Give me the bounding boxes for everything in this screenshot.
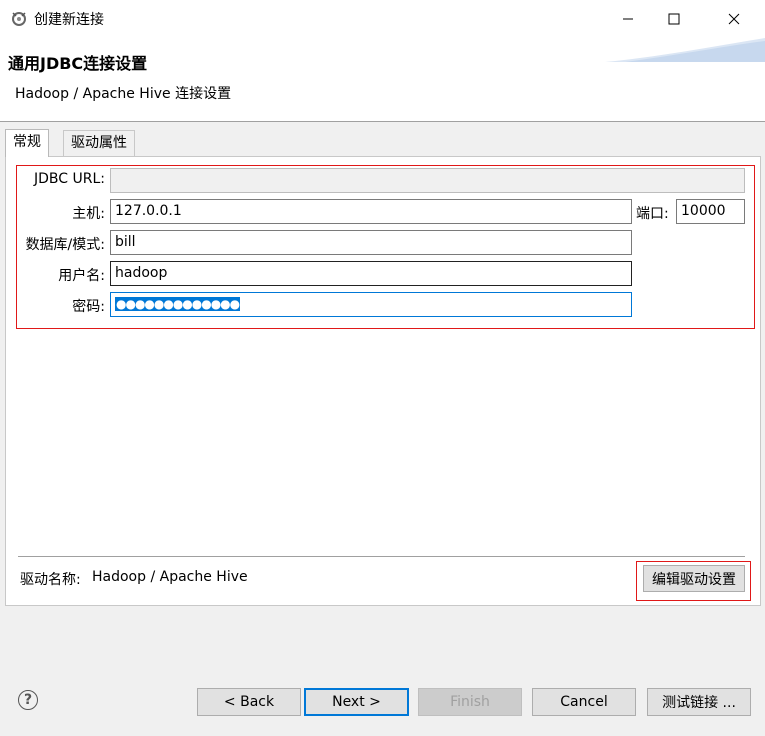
username-field[interactable]: hadoop <box>110 261 632 286</box>
minimize-icon <box>623 18 633 20</box>
driver-name-label: 驱动名称: <box>20 572 81 588</box>
help-icon[interactable]: ? <box>18 690 38 710</box>
finish-button[interactable]: Finish <box>418 688 522 716</box>
maximize-icon <box>668 13 680 25</box>
back-button[interactable]: < Back <box>197 688 301 716</box>
tab-driver-properties[interactable]: 驱动属性 <box>63 130 135 156</box>
password-field[interactable]: ●●●●●●●●●●●●● <box>110 292 632 317</box>
title-bar: 创建新连接 <box>0 0 765 38</box>
wizard-header: 通用JDBC连接设置 Hadoop / Apache Hive 连接设置 <box>0 38 765 121</box>
next-button[interactable]: Next > <box>304 688 409 716</box>
cancel-button[interactable]: Cancel <box>532 688 636 716</box>
password-label: 密码: <box>72 299 105 315</box>
driver-name-value: Hadoop / Apache Hive <box>92 569 248 585</box>
close-button[interactable] <box>711 0 757 38</box>
app-icon <box>12 12 26 26</box>
jdbc-url-field <box>110 168 745 193</box>
page-title: 通用JDBC连接设置 <box>8 54 148 73</box>
username-label: 用户名: <box>58 268 105 284</box>
maximize-button[interactable] <box>651 0 697 38</box>
tab-general[interactable]: 常规 <box>5 129 49 157</box>
database-field[interactable]: bill <box>110 230 632 255</box>
host-label: 主机: <box>72 206 105 222</box>
jdbc-url-label: JDBC URL: <box>34 171 105 187</box>
window-title: 创建新连接 <box>34 12 104 28</box>
minimize-button[interactable] <box>605 0 651 38</box>
edit-driver-settings-button[interactable]: 编辑驱动设置 <box>643 565 745 592</box>
header-decoration <box>605 38 765 62</box>
database-label: 数据库/模式: <box>25 237 105 253</box>
page-subtitle: Hadoop / Apache Hive 连接设置 <box>15 86 232 102</box>
port-label: 端口: <box>636 206 669 222</box>
test-connection-button[interactable]: 测试链接 ... <box>647 688 751 716</box>
close-icon <box>728 13 740 25</box>
driver-divider <box>18 556 745 557</box>
host-field[interactable]: 127.0.0.1 <box>110 199 632 224</box>
header-divider <box>0 121 765 122</box>
password-value: ●●●●●●●●●●●●● <box>115 297 240 311</box>
port-field[interactable]: 10000 <box>676 199 745 224</box>
